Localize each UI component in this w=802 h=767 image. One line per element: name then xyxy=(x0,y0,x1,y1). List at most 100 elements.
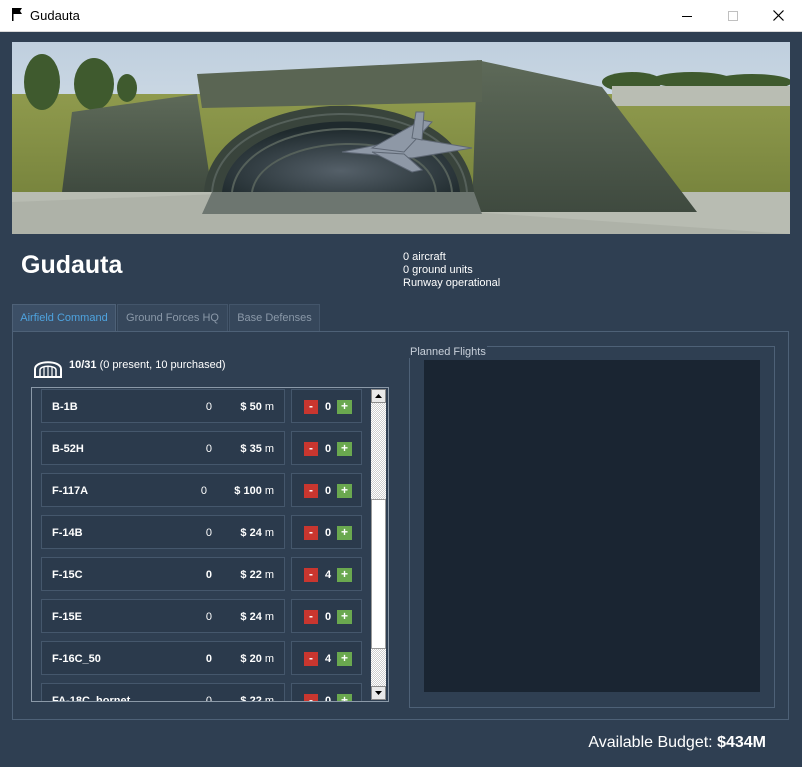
aircraft-row: F-15C 0 $ 22 m -4 + xyxy=(41,557,365,591)
aircraft-list[interactable]: B-1B 0 $ 50 m -0 + B-52H 0 $ 35 m -0 + F-117A 0 $ 100 m… xyxy=(31,387,389,702)
maximize-icon xyxy=(728,10,738,21)
aircraft-price: $ 22 m xyxy=(240,569,274,581)
aircraft-row: B-52H 0 $ 35 m -0 + xyxy=(41,431,365,465)
increase-button[interactable]: + xyxy=(337,568,352,582)
purchase-stepper: -0 + xyxy=(291,473,362,507)
aircraft-price-unit: m xyxy=(264,569,274,581)
increase-button[interactable]: + xyxy=(337,526,352,540)
aircraft-info: F-117A 0 $ 100 m xyxy=(41,473,285,507)
hangar-capacity: 10/31 (0 present, 10 purchased) xyxy=(69,359,226,371)
aircraft-present-count: 0 xyxy=(205,401,212,413)
aircraft-price: $ 24 m xyxy=(240,611,274,623)
close-icon xyxy=(772,10,784,21)
aircraft-name: F-15E xyxy=(52,611,82,623)
aircraft-price: $ 50 m xyxy=(240,401,274,413)
aircraft-present-count: 0 xyxy=(205,611,212,623)
aircraft-price-value: $ 24 xyxy=(240,527,262,539)
flag-icon xyxy=(12,8,22,21)
aircraft-price-unit: m xyxy=(264,653,274,665)
airfield-banner-image xyxy=(12,42,790,234)
aircraft-present-count: 0 xyxy=(205,569,212,581)
decrease-button[interactable]: - xyxy=(304,400,318,414)
increase-button[interactable]: + xyxy=(337,652,352,666)
decrease-button[interactable]: - xyxy=(304,568,318,582)
aircraft-price-value: $ 50 xyxy=(240,401,262,413)
aircraft-price-unit: m xyxy=(264,695,274,702)
arrow-down-icon xyxy=(375,691,382,695)
aircraft-info: F-16C_50 0 $ 20 m xyxy=(41,641,285,675)
purchase-stepper: -4 + xyxy=(291,641,362,675)
decrease-button[interactable]: - xyxy=(304,526,318,540)
purchase-count: 0 xyxy=(324,527,332,539)
hangar-icon xyxy=(34,361,62,378)
purchase-count: 0 xyxy=(324,401,332,413)
decrease-button[interactable]: - xyxy=(304,484,318,498)
increase-button[interactable]: + xyxy=(337,610,352,624)
decrease-button[interactable]: - xyxy=(304,694,318,701)
purchase-count: 4 xyxy=(324,653,332,665)
aircraft-price-unit: m xyxy=(264,611,274,623)
increase-button[interactable]: + xyxy=(337,484,352,498)
scroll-up-button[interactable] xyxy=(371,389,386,403)
budget-label: Available Budget: xyxy=(588,734,713,751)
aircraft-list-scrollbar[interactable] xyxy=(371,389,387,700)
aircraft-price-value: $ 100 xyxy=(234,485,262,497)
aircraft-name: F-16C_50 xyxy=(52,653,101,665)
window-title: Gudauta xyxy=(30,8,80,23)
aircraft-present-count: 0 xyxy=(205,653,212,665)
tab-base-defenses[interactable]: Base Defenses xyxy=(229,304,320,331)
purchase-stepper: -0 + xyxy=(291,515,362,549)
aircraft-present-count: 0 xyxy=(205,527,212,539)
aircraft-name: B-1B xyxy=(52,401,78,413)
aircraft-name: B-52H xyxy=(52,443,84,455)
aircraft-row: F-117A 0 $ 100 m -0 + xyxy=(41,473,365,507)
runway-status-stat: Runway operational xyxy=(403,277,501,289)
aircraft-price: $ 22 m xyxy=(240,695,274,702)
tab-airfield-command[interactable]: Airfield Command xyxy=(12,304,116,331)
base-name: Gudauta xyxy=(21,251,123,279)
decrease-button[interactable]: - xyxy=(304,652,318,666)
base-stats: 0 aircraft 0 ground units Runway operati… xyxy=(403,251,500,290)
tab-ground-forces-hq[interactable]: Ground Forces HQ xyxy=(117,304,228,331)
aircraft-info: F-15E 0 $ 24 m xyxy=(41,599,285,633)
aircraft-price: $ 100 m xyxy=(234,485,274,497)
aircraft-info: B-52H 0 $ 35 m xyxy=(41,431,285,465)
aircraft-price-unit: m xyxy=(264,401,274,413)
planned-flights-list[interactable] xyxy=(424,360,760,692)
purchase-stepper: -0 + xyxy=(291,431,362,465)
scroll-down-button[interactable] xyxy=(371,686,386,700)
increase-button[interactable]: + xyxy=(337,694,352,701)
aircraft-info: B-1B 0 $ 50 m xyxy=(41,389,285,423)
aircraft-price: $ 24 m xyxy=(240,527,274,539)
aircraft-price: $ 20 m xyxy=(240,653,274,665)
aircraft-name: F-15C xyxy=(52,569,83,581)
title-bar: Gudauta xyxy=(0,0,802,32)
scroll-thumb[interactable] xyxy=(371,499,386,649)
decrease-button[interactable]: - xyxy=(304,610,318,624)
aircraft-present-count: 0 xyxy=(200,485,207,497)
purchase-count: 0 xyxy=(324,611,332,623)
minimize-button[interactable] xyxy=(664,0,710,31)
aircraft-price-value: $ 35 xyxy=(240,443,262,455)
aircraft-name: FA-18C_hornet xyxy=(52,695,131,702)
arrow-up-icon xyxy=(375,394,382,398)
minimize-icon xyxy=(682,15,692,17)
aircraft-row: B-1B 0 $ 50 m -0 + xyxy=(41,389,365,423)
aircraft-price-value: $ 20 xyxy=(240,653,262,665)
aircraft-count-stat: 0 aircraft xyxy=(403,251,446,263)
aircraft-price: $ 35 m xyxy=(240,443,274,455)
hangar-capacity-value: 10/31 xyxy=(69,359,97,371)
aircraft-row: F-15E 0 $ 24 m -0 + xyxy=(41,599,365,633)
purchase-count: 0 xyxy=(324,485,332,497)
increase-button[interactable]: + xyxy=(337,442,352,456)
aircraft-price-value: $ 24 xyxy=(240,611,262,623)
aircraft-price-unit: m xyxy=(264,443,274,455)
aircraft-price-value: $ 22 xyxy=(240,569,262,581)
purchase-stepper: -0 + xyxy=(291,683,362,701)
maximize-button[interactable] xyxy=(710,0,756,31)
decrease-button[interactable]: - xyxy=(304,442,318,456)
aircraft-info: FA-18C_hornet 0 $ 22 m xyxy=(41,683,285,702)
increase-button[interactable]: + xyxy=(337,400,352,414)
close-button[interactable] xyxy=(755,0,801,31)
aircraft-price-unit: m xyxy=(264,485,274,497)
